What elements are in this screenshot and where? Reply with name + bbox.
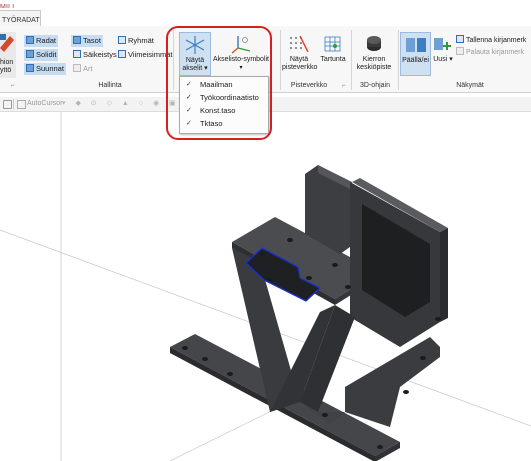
autocursor-label[interactable]: AutoCursor — [27, 100, 62, 107]
new-view-label: Uusi ▾ — [433, 56, 453, 63]
tab-toolpaths[interactable]: TYÖRADAT — [0, 10, 41, 27]
group-label-3d-ohjain: 3D-ohjain — [360, 82, 390, 89]
save-bookmark-button[interactable]: Tallenna kirjanmerk — [456, 35, 526, 47]
views-toggle-button[interactable]: Päällä/ei — [400, 32, 431, 76]
toggle-art-label: Art — [83, 64, 93, 73]
toggle-saikeistys-label: Säikeistys — [83, 50, 117, 59]
dialog-launcher-icon[interactable]: ⌐ — [342, 83, 346, 89]
lock-icon[interactable] — [3, 100, 12, 109]
views-toggle-label: Päällä/ei — [402, 57, 429, 64]
toolpath-icon — [26, 36, 34, 44]
title-bar — [0, 0, 531, 8]
snap-grid-icon — [324, 36, 341, 52]
restore-bookmark-button[interactable]: Palauta kirjanmerk — [456, 47, 524, 59]
views-icon — [405, 38, 426, 52]
grid-icon — [290, 35, 309, 53]
rotation-center-label-1: Kierron — [362, 56, 386, 63]
toggle-ryhmat[interactable]: Ryhmät — [116, 35, 156, 47]
toggle-radat-label: Radat — [36, 36, 57, 45]
partial-tool-icon — [0, 34, 14, 52]
tab-label: TYÖRADAT — [2, 17, 40, 24]
toggle-tasot[interactable]: Tasot — [71, 35, 103, 47]
new-view-button[interactable]: Uusi ▾ — [432, 32, 454, 78]
ribbon-tab-bar — [0, 8, 531, 27]
graphics-viewport[interactable] — [0, 112, 531, 461]
show-grid-label-2: pisteverkko — [282, 64, 318, 71]
solid-icon — [26, 50, 34, 58]
rotation-center-button[interactable]: Kierron keskiöpiste — [353, 32, 395, 78]
group-separator — [351, 30, 352, 90]
group-separator — [280, 30, 281, 90]
group-label-nakymat: Näkymät — [456, 82, 484, 89]
show-grid-button[interactable]: Näytä pisteverkko — [282, 32, 318, 78]
toggle-radat[interactable]: Radat — [24, 35, 59, 47]
art-icon — [73, 64, 81, 72]
groups-icon — [118, 36, 126, 44]
recent-icon — [118, 50, 126, 58]
toggle-ryhmat-label: Ryhmät — [128, 36, 154, 45]
rotation-center-icon — [367, 36, 381, 51]
show-grid-label-1: Näytä — [289, 56, 309, 63]
toolbar-divider — [13, 99, 14, 109]
group-label-pisteverkko: Pisteverkko — [290, 82, 328, 89]
toggle-art[interactable]: Art — [71, 63, 95, 75]
plane-icon — [73, 36, 81, 44]
save-bookmark-label: Tallenna kirjanmerk — [466, 37, 527, 44]
left-partial-label: hion yttö — [0, 59, 14, 74]
toggle-tasot-label: Tasot — [83, 36, 101, 45]
toggle-saikeistys[interactable]: Säikeistys — [71, 49, 119, 61]
rotation-center-label-2: keskiöpiste — [356, 64, 392, 71]
autocursor-icon[interactable] — [17, 100, 26, 109]
dialog-launcher-icon[interactable]: ⌐ — [11, 83, 15, 89]
snap-label: Tartunta — [320, 56, 346, 63]
new-plus-icon — [434, 38, 451, 50]
toggle-solidit[interactable]: Solidit — [24, 49, 59, 61]
restore-bookmark-label: Palauta kirjanmerk — [466, 49, 524, 56]
highlight-callout — [166, 26, 272, 140]
toggle-solidit-label: Solidit — [36, 50, 57, 59]
direction-icon — [26, 64, 34, 72]
group-label-hallinta: Hallinta — [98, 82, 122, 89]
restore-bookmark-icon — [456, 47, 464, 55]
group-separator — [398, 30, 399, 90]
snap-button[interactable]: Tartunta — [318, 32, 348, 78]
toggle-suunnat-label: Suunnat — [36, 64, 64, 73]
bookmark-icon — [456, 35, 464, 43]
left-partial-button[interactable]: hion yttö — [0, 32, 16, 78]
toggle-suunnat[interactable]: Suunnat — [24, 63, 66, 75]
thread-icon — [73, 50, 81, 58]
